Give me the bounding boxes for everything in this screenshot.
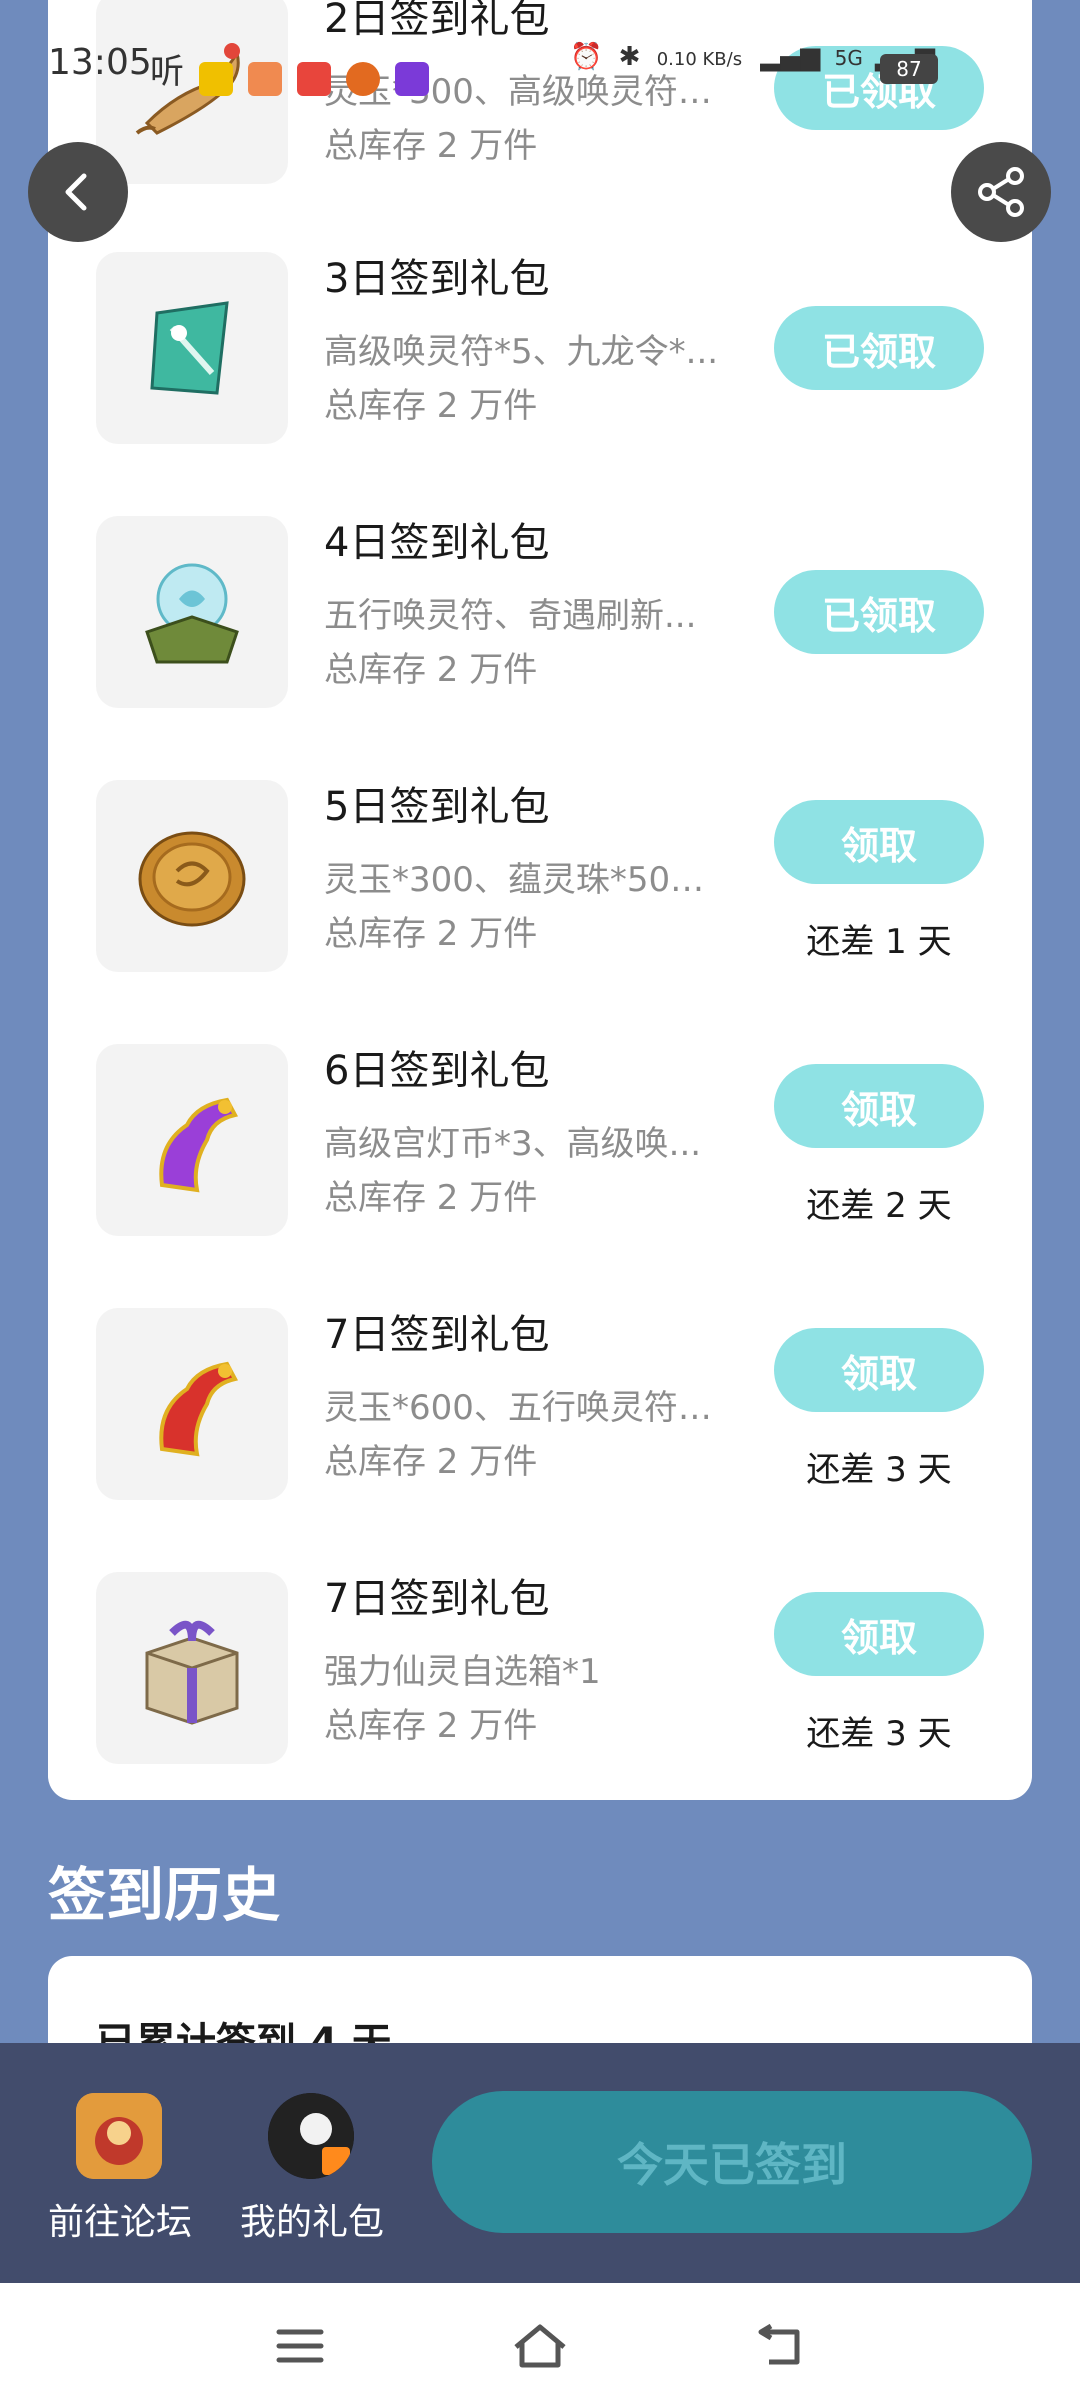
gift-description: 灵玉*600、五行唤灵符*...	[324, 1388, 724, 1428]
network-type: 5G	[834, 46, 863, 70]
gift-row[interactable]: 7日签到礼包 强力仙灵自选箱*1 总库存 2 万件 领取 还差 3 天	[48, 1572, 1032, 1836]
gift-title: 6日签到礼包	[324, 1048, 550, 1094]
app-notification-icon	[248, 61, 283, 96]
gift-title: 5日签到礼包	[324, 784, 550, 830]
gift-title: 4日签到礼包	[324, 520, 550, 566]
gift-stock: 总库存 2 万件	[324, 1706, 538, 1746]
gift-title: 7日签到礼包	[324, 1576, 550, 1622]
bluetooth-icon: ✱	[618, 42, 641, 72]
app-notification-icon	[395, 61, 430, 96]
claimed-button[interactable]: 已领取	[774, 306, 984, 390]
days-remaining: 还差 3 天	[806, 1450, 952, 1490]
notification-icons: 听	[150, 44, 430, 96]
battery-icon: 87	[880, 54, 938, 84]
gift-stock: 总库存 2 万件	[324, 914, 538, 954]
system-nav-bar	[0, 2283, 1080, 2408]
crystal-orb-icon	[96, 516, 288, 708]
app-notification-icon	[297, 61, 332, 96]
coin-item-icon	[96, 780, 288, 972]
back-arrow-icon	[65, 173, 87, 211]
days-remaining: 还差 1 天	[806, 922, 952, 962]
home-icon	[514, 2324, 566, 2368]
gift-row[interactable]: 4日签到礼包 五行唤灵符、奇遇刷新... 总库存 2 万件 已领取	[48, 516, 1032, 780]
gift-stock: 总库存 2 万件	[324, 386, 538, 426]
net-speed: 0.10 KB/s	[656, 49, 743, 70]
avatar	[268, 2093, 354, 2179]
gift-row[interactable]: 7日签到礼包 灵玉*600、五行唤灵符*... 总库存 2 万件 领取 还差 3…	[48, 1308, 1032, 1572]
talisman-item-icon	[96, 252, 288, 444]
signal-icon: ▂▄▆	[760, 42, 821, 72]
forum-app-icon	[76, 2093, 162, 2179]
my-gifts-shortcut[interactable]: 我的礼包	[222, 2093, 402, 2243]
section-title: 签到历史	[48, 1861, 281, 1929]
my-gifts-label: 我的礼包	[239, 2202, 384, 2243]
gift-title: 7日签到礼包	[324, 1312, 550, 1358]
claim-button[interactable]: 领取	[774, 1592, 984, 1676]
forum-shortcut[interactable]: 前往论坛	[30, 2093, 210, 2243]
gift-box-icon	[96, 1572, 288, 1764]
status-bar: 13:05 听 ⏰ ✱ 0.10 KB/s ▂▄▆ 5G ▂▄▆ 87	[0, 30, 1080, 100]
gift-row[interactable]: 3日签到礼包 高级唤灵符*5、九龙令*... 总库存 2 万件 已领取	[48, 252, 1032, 516]
checkin-button[interactable]: 今天已签到	[432, 2091, 1032, 2233]
app-notification-icon	[199, 61, 234, 96]
gift-title: 3日签到礼包	[324, 256, 550, 302]
gift-description: 高级唤灵符*5、九龙令*...	[324, 332, 719, 372]
days-remaining: 还差 2 天	[806, 1186, 952, 1226]
red-scroll-icon	[96, 1308, 288, 1500]
menu-icon	[276, 2329, 324, 2363]
home-button[interactable]	[505, 2311, 575, 2381]
share-icon	[978, 167, 1024, 217]
back-nav-button[interactable]	[745, 2311, 815, 2381]
claimed-button[interactable]: 已领取	[774, 570, 984, 654]
gift-stock: 总库存 2 万件	[324, 126, 538, 166]
back-button[interactable]	[28, 142, 128, 242]
gift-description: 灵玉*300、蕴灵珠*500...	[324, 860, 724, 900]
forum-label: 前往论坛	[47, 2202, 192, 2243]
purple-scroll-icon	[96, 1044, 288, 1236]
gift-stock: 总库存 2 万件	[324, 1442, 538, 1482]
claim-button[interactable]: 领取	[774, 800, 984, 884]
share-button[interactable]	[951, 142, 1051, 242]
bottom-action-bar: 前往论坛 我的礼包 今天已签到	[0, 2043, 1080, 2283]
days-remaining: 还差 3 天	[806, 1714, 952, 1754]
gift-row[interactable]: 5日签到礼包 灵玉*300、蕴灵珠*500... 总库存 2 万件 领取 还差 …	[48, 780, 1032, 1044]
gift-description: 强力仙灵自选箱*1	[324, 1652, 601, 1692]
listen-icon: 听	[150, 52, 184, 92]
gift-stock: 总库存 2 万件	[324, 650, 538, 690]
gift-row[interactable]: 6日签到礼包 高级宫灯币*3、高级唤... 总库存 2 万件 领取 还差 2 天	[48, 1044, 1032, 1308]
alarm-icon: ⏰	[570, 42, 603, 72]
back-nav-icon	[758, 2323, 800, 2365]
claim-button[interactable]: 领取	[774, 1064, 984, 1148]
gift-description: 高级宫灯币*3、高级唤...	[324, 1124, 702, 1164]
gift-stock: 总库存 2 万件	[324, 1178, 538, 1218]
app-notification-icon	[346, 61, 381, 96]
claim-button[interactable]: 领取	[774, 1328, 984, 1412]
menu-button[interactable]	[265, 2311, 335, 2381]
gift-description: 五行唤灵符、奇遇刷新...	[324, 596, 697, 636]
status-time: 13:05	[48, 42, 152, 83]
